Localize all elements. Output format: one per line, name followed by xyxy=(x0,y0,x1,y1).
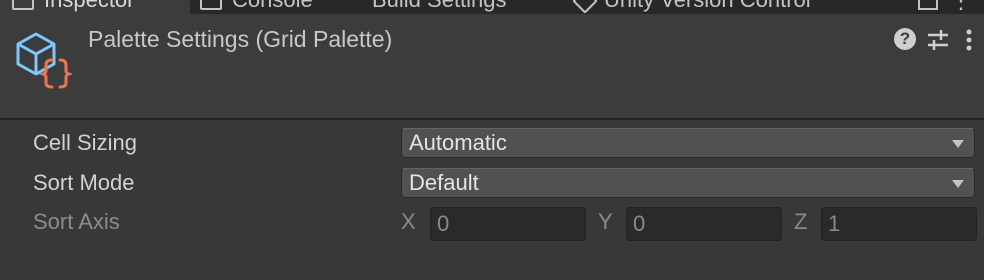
cell-sizing-dropdown[interactable]: Automatic xyxy=(401,128,975,158)
inspector-header: Palette Settings (Grid Palette) ? xyxy=(0,14,984,118)
tab-build-settings-label: Build Settings xyxy=(372,0,507,12)
tab-build-settings[interactable]: Build Settings xyxy=(372,0,507,14)
tab-console[interactable]: Console xyxy=(200,0,313,14)
cell-sizing-label: Cell Sizing xyxy=(33,130,137,155)
sort-mode-dropdown[interactable]: Default xyxy=(401,168,975,198)
window-tab-bar: Inspector Console Build Settings Unity V… xyxy=(0,0,984,14)
dropdown-arrow-icon xyxy=(952,140,964,148)
presets-icon[interactable] xyxy=(926,28,950,52)
sort-axis-z-value: 1 xyxy=(828,211,841,236)
sort-mode-label: Sort Mode xyxy=(33,170,135,195)
sort-axis-y-field: 0 xyxy=(626,207,782,241)
component-title: Palette Settings (Grid Palette) xyxy=(88,26,393,52)
tab-console-label: Console xyxy=(232,0,313,12)
sort-axis-z-field: 1 xyxy=(821,207,977,241)
console-icon xyxy=(200,0,222,11)
tab-inspector-label: Inspector xyxy=(44,0,135,12)
sort-axis-row: Sort Axis X 0 Y 0 Z 1 xyxy=(0,207,984,241)
tab-options-icon[interactable]: ⋮ xyxy=(950,0,972,14)
cell-sizing-row: Cell Sizing Automatic xyxy=(0,128,984,162)
scriptable-object-icon xyxy=(16,32,72,89)
sort-mode-row: Sort Mode Default xyxy=(0,168,984,202)
sort-axis-label: Sort Axis xyxy=(33,209,120,234)
sort-axis-y-label: Y xyxy=(598,209,613,234)
tab-inspector[interactable]: Inspector xyxy=(0,0,190,14)
sort-axis-y-value: 0 xyxy=(633,211,646,236)
sort-axis-x-field: 0 xyxy=(430,207,586,241)
header-separator xyxy=(0,118,984,120)
unity-version-control-icon xyxy=(572,0,598,14)
help-icon[interactable]: ? xyxy=(894,28,916,50)
dropdown-arrow-icon xyxy=(952,180,964,188)
sort-mode-value: Default xyxy=(409,170,479,195)
cell-sizing-value: Automatic xyxy=(409,130,507,155)
maximize-icon[interactable] xyxy=(918,0,938,10)
context-menu-icon[interactable] xyxy=(962,28,976,52)
sort-axis-x-value: 0 xyxy=(437,211,450,236)
tab-unity-version-control-label: Unity Version Control xyxy=(604,0,811,12)
sort-axis-z-label: Z xyxy=(794,209,808,234)
inspector-icon xyxy=(12,0,34,11)
tab-unity-version-control[interactable]: Unity Version Control xyxy=(572,0,811,14)
sort-axis-x-label: X xyxy=(401,209,416,234)
